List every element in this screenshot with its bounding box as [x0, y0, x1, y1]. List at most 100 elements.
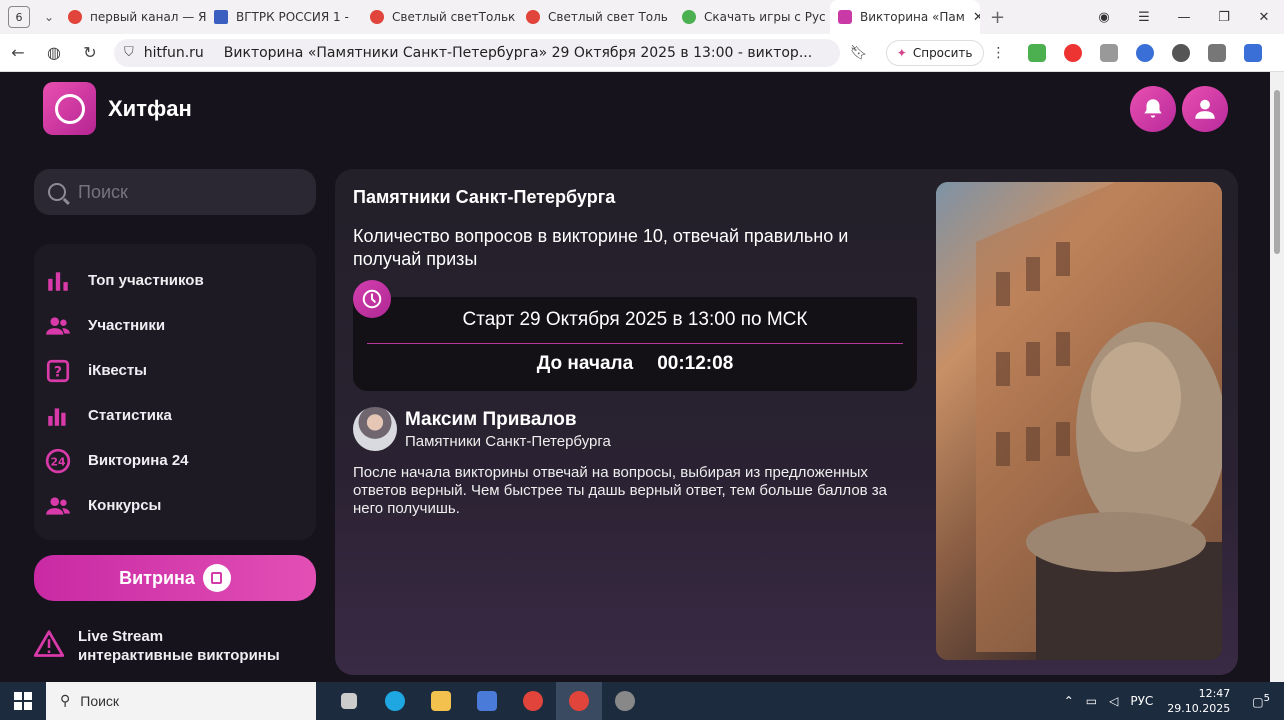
live-stream-subtitle: интерактивные викторины [78, 647, 280, 664]
explorer-button[interactable] [418, 682, 464, 720]
quiz-description: Количество вопросов в викторине 10, отве… [353, 226, 849, 269]
sidebar-item-contests[interactable]: Конкурсы [34, 483, 316, 528]
more-icon[interactable]: ⋮ [992, 45, 1006, 61]
url-field[interactable]: ⛉ hitfun.ru Викторина «Памятники Санкт-П… [114, 38, 840, 67]
minimize-icon[interactable]: — [1164, 10, 1204, 25]
warning-icon [34, 630, 64, 657]
browser-tab[interactable]: Светлый свет Толь [518, 0, 674, 34]
downloads-icon[interactable] [1243, 43, 1262, 62]
store-button[interactable] [464, 682, 510, 720]
profile-button[interactable] [1182, 86, 1228, 132]
ask-button[interactable]: ✦ Спросить [885, 39, 984, 66]
start-time: Старт 29 Октября 2025 в 13:00 по МСК [462, 309, 808, 330]
notification-count: 5 [1263, 693, 1270, 704]
users-icon [44, 312, 72, 340]
countdown-value: 00:12:08 [657, 353, 734, 374]
notification-center-icon[interactable]: ▢5 [1252, 693, 1270, 709]
shopping-bag-icon [202, 564, 231, 592]
sidebar-item-top[interactable]: Топ участников [34, 258, 316, 303]
protect-icon[interactable]: ◍ [36, 43, 72, 62]
yandex-icon [523, 691, 543, 711]
task-view-button[interactable] [326, 682, 372, 720]
window-controls: ◉ ☰ — ❐ ✕ [1084, 0, 1284, 34]
language-indicator[interactable]: РУС [1130, 694, 1153, 708]
browser-tab[interactable]: первый канал — Ян [60, 0, 206, 34]
task-view-icon [341, 693, 357, 709]
close-icon[interactable]: ✕ [973, 10, 980, 25]
bell-icon [1144, 99, 1162, 118]
volume-icon[interactable]: ◁ [1109, 694, 1118, 708]
download-ext-icon[interactable] [1027, 43, 1046, 62]
search-box[interactable] [34, 169, 316, 215]
browser-tab[interactable]: ВГТРК РОССИЯ 1 - [206, 0, 362, 34]
user-icon [1195, 99, 1215, 119]
sidebar-menu: Топ участников Участники ? iКвесты Стати… [34, 244, 316, 540]
chevron-up-icon[interactable]: ⌃ [1064, 694, 1074, 708]
close-icon[interactable]: ✕ [1244, 10, 1284, 25]
taskbar-search[interactable]: ⚲ Поиск [46, 682, 316, 720]
search-icon: ⚲ [60, 693, 71, 709]
url-domain: hitfun.ru [143, 44, 204, 61]
scrollbar-thumb[interactable] [1274, 90, 1280, 254]
browser-tab[interactable]: Скачать игры с Рус [674, 0, 830, 34]
edge-button[interactable] [372, 682, 418, 720]
ext-icon[interactable] [1099, 43, 1118, 62]
countdown: До начала 00:12:08 [353, 353, 917, 375]
address-bar: ← ◍ ↻ ⛉ hitfun.ru Викторина «Памятники С… [0, 34, 1284, 72]
windows-start-button[interactable] [0, 692, 46, 710]
media-icon[interactable] [1171, 43, 1190, 62]
search-input[interactable] [78, 181, 298, 203]
live-stream-link[interactable]: Live Stream интерактивные викторины [34, 627, 316, 665]
countdown-label: До начала [536, 353, 634, 374]
divider [367, 343, 903, 344]
lion-statue-image [936, 182, 1222, 660]
reload-icon[interactable]: ↻ [72, 43, 108, 62]
recorder-button[interactable] [602, 682, 648, 720]
browser-tab[interactable]: Светлый светТольк [362, 0, 518, 34]
showcase-button[interactable]: Витрина [34, 555, 316, 601]
clock[interactable]: 12:47 29.10.2025 [1167, 686, 1230, 716]
page-scrollbar[interactable] [1270, 72, 1284, 682]
author-name: Максим Привалов [405, 408, 577, 430]
restore-icon[interactable]: ❐ [1204, 10, 1244, 25]
taskbar: ⚲ Поиск ⌃ ▭ ◁ РУС 12:47 29.10.2025 ▢5 [0, 682, 1284, 720]
flag-icon [214, 10, 228, 24]
menu-icon[interactable]: ☰ [1124, 10, 1164, 25]
live-stream-title: Live Stream [78, 628, 164, 645]
stats-icon [44, 402, 72, 430]
browser-tab-active[interactable]: Викторина «Пам ✕ [830, 0, 980, 34]
avatar [353, 407, 397, 451]
date: 29.10.2025 [1167, 702, 1231, 715]
chevron-down-icon[interactable]: ⌄ [38, 10, 60, 24]
translate-icon[interactable] [1135, 43, 1154, 62]
brand-name[interactable]: Хитфан [108, 96, 192, 122]
quiz-card: Памятники Санкт-Петербурга Количество во… [335, 169, 1238, 675]
edge-icon [385, 691, 405, 711]
author[interactable]: Максим Привалов Памятники Санкт-Петербур… [353, 407, 611, 451]
taskbar-apps [326, 682, 648, 720]
notifications-button[interactable] [1130, 86, 1176, 132]
network-icon[interactable]: ▭ [1086, 694, 1097, 708]
avatar-icon[interactable]: ◉ [1084, 10, 1124, 25]
shield-icon: ⛉ [124, 45, 134, 60]
extensions-icon[interactable] [1207, 43, 1226, 62]
sidebar-item-stats[interactable]: Статистика [34, 393, 316, 438]
sidebar-item-iquests[interactable]: ? iКвесты [34, 348, 316, 393]
store-icon [477, 691, 497, 711]
quiz-rules: После начала викторины отвечай на вопрос… [353, 464, 888, 517]
bookmark-icon[interactable]: 🔖︎ [850, 45, 868, 61]
sidebar-item-participants[interactable]: Участники [34, 303, 316, 348]
ext-icon[interactable] [1063, 43, 1082, 62]
back-icon[interactable]: ← [0, 43, 36, 62]
sidebar-item-quiz24[interactable]: 24 Викторина 24 [34, 438, 316, 483]
yandex-browser-icon [569, 691, 589, 711]
new-tab-button[interactable]: + [990, 7, 1005, 28]
yandex-button[interactable] [510, 682, 556, 720]
yandex-browser-button[interactable] [556, 682, 602, 720]
yandex-icon [370, 10, 384, 24]
tab-count-button[interactable]: 6 [8, 6, 30, 28]
url-page-title: Викторина «Памятники Санкт-Петербурга» 2… [223, 44, 813, 61]
logo[interactable] [43, 82, 96, 135]
yandex-icon [526, 10, 540, 24]
system-tray: ⌃ ▭ ◁ РУС 12:47 29.10.2025 ▢5 [1058, 682, 1284, 720]
